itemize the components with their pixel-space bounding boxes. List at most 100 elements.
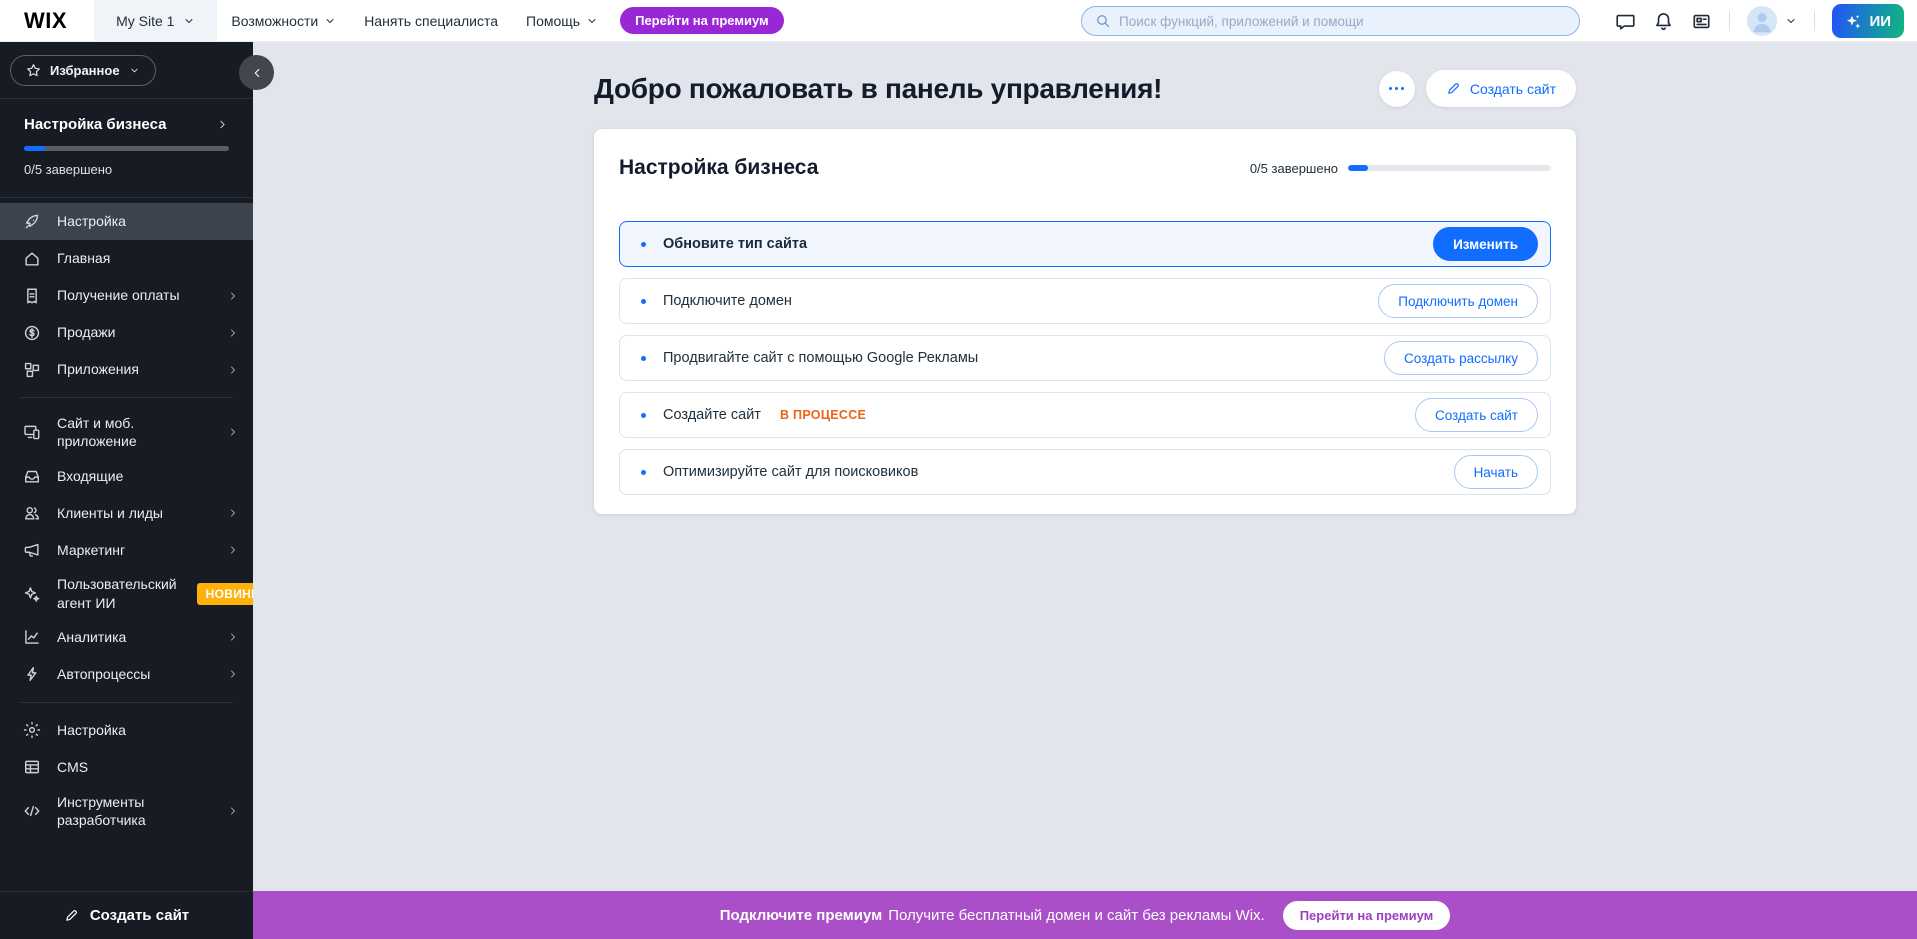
sidebar-item-table[interactable]: CMS — [0, 749, 253, 786]
divider — [1814, 11, 1815, 31]
sidebar-item-dollar[interactable]: Продажи — [0, 314, 253, 351]
sidebar-item-people[interactable]: Клиенты и лиды — [0, 494, 253, 531]
create-site-button[interactable]: Создать сайт — [64, 907, 189, 924]
sidebar-item-label: Клиенты и лиды — [57, 504, 185, 522]
account-menu[interactable] — [1747, 6, 1797, 36]
sidebar-collapse-button[interactable] — [239, 55, 274, 90]
sidebar-item-label: Инструменты разработчика — [57, 793, 185, 829]
chevron-down-icon — [586, 15, 598, 27]
search-input[interactable] — [1119, 14, 1566, 29]
dollar-icon — [23, 324, 41, 342]
sidebar-item-label: Сайт и моб. приложение — [57, 414, 185, 450]
task-row: Создайте сайтВ ПРОЦЕССЕСоздать сайт — [619, 392, 1551, 438]
create-site-header-label: Создать сайт — [1470, 81, 1556, 97]
favorites-label: Избранное — [50, 63, 120, 78]
invoice-icon — [23, 287, 41, 305]
card-progress: 0/5 завершено — [1250, 161, 1551, 176]
site-menu[interactable]: My Site 1 — [94, 0, 217, 42]
divider — [20, 702, 233, 703]
more-actions-button[interactable] — [1379, 71, 1415, 107]
nav-item-features[interactable]: Возможности — [217, 0, 350, 42]
sidebar-item-rocket[interactable]: Настройка — [0, 203, 253, 240]
home-icon — [23, 250, 41, 268]
promo-premium-button[interactable]: Перейти на премиум — [1283, 901, 1451, 930]
main-area: Добро пожаловать в панель управления! Со… — [253, 42, 1917, 891]
card-progress-fill — [1348, 165, 1368, 171]
avatar — [1747, 6, 1777, 36]
top-navigation: Возможности Нанять специалиста Помощь — [217, 0, 612, 42]
sidebar-item-lightning[interactable]: Автопроцессы — [0, 656, 253, 693]
chat-button[interactable] — [1615, 11, 1636, 32]
chevron-right-icon — [227, 631, 239, 643]
task-action-button[interactable]: Начать — [1454, 455, 1538, 489]
megaphone-icon — [23, 541, 41, 559]
sidebar-item-apps[interactable]: Приложения — [0, 351, 253, 388]
divider — [20, 397, 233, 398]
ai-assistant-button[interactable]: ИИ — [1832, 4, 1904, 38]
topbar: WIX My Site 1 Возможности Нанять специал… — [0, 0, 1917, 42]
task-action-button[interactable]: Создать рассылку — [1384, 341, 1538, 375]
new-badge: НОВИНКА — [197, 583, 253, 605]
upgrade-premium-button[interactable]: Перейти на премиум — [620, 7, 784, 34]
chat-icon — [1615, 11, 1636, 32]
nav-item-help[interactable]: Помощь — [512, 0, 612, 42]
site-menu-label: My Site 1 — [116, 13, 174, 29]
page-header: Добро пожаловать в панель управления! Со… — [594, 70, 1576, 107]
sidebar-item-gear[interactable]: Настройка — [0, 712, 253, 749]
chevron-right-icon — [227, 544, 239, 556]
updates-button[interactable] — [1691, 11, 1712, 32]
sidebar-item-code[interactable]: Инструменты разработчика — [0, 786, 253, 836]
task-row: Подключите доменПодключить домен — [619, 278, 1551, 324]
bell-icon — [1653, 11, 1674, 32]
notifications-button[interactable] — [1653, 11, 1674, 32]
task-label: Оптимизируйте сайт для поисковиков — [663, 464, 918, 480]
sidebar-item-devices[interactable]: Сайт и моб. приложение — [0, 407, 253, 457]
chevron-right-icon — [227, 364, 239, 376]
chevron-right-icon — [227, 805, 239, 817]
people-icon — [23, 504, 41, 522]
premium-promo-bar: Подключите премиум Получите бесплатный д… — [253, 891, 1917, 939]
apps-icon — [23, 361, 41, 379]
sidebar-item-label: Настройка — [57, 212, 185, 230]
pencil-icon — [1446, 81, 1461, 96]
task-action-button[interactable]: Создать сайт — [1415, 398, 1538, 432]
sidebar-item-inbox[interactable]: Входящие — [0, 457, 253, 494]
create-site-header-button[interactable]: Создать сайт — [1426, 70, 1576, 107]
favorites-row: Избранное — [0, 42, 253, 98]
sidebar-item-sparkle[interactable]: Пользовательский агент ИИНОВИНКА — [0, 568, 253, 618]
bullet-icon — [641, 470, 646, 475]
business-setup-link[interactable]: Настройка бизнеса — [24, 116, 229, 133]
setup-progress-label: 0/5 завершено — [24, 162, 229, 177]
sidebar-item-invoice[interactable]: Получение оплаты — [0, 277, 253, 314]
create-site-label: Создать сайт — [90, 907, 189, 924]
sidebar-item-label: Получение оплаты — [57, 286, 185, 304]
divider — [1729, 11, 1730, 31]
page-title: Добро пожаловать в панель управления! — [594, 73, 1162, 105]
bullet-icon — [641, 242, 646, 247]
task-action-button[interactable]: Подключить домен — [1378, 284, 1538, 318]
chevron-down-icon — [324, 15, 336, 27]
sidebar-item-label: Продажи — [57, 323, 185, 341]
favorites-dropdown[interactable]: Избранное — [10, 55, 156, 86]
bullet-icon — [641, 299, 646, 304]
nav-item-hire-specialist[interactable]: Нанять специалиста — [350, 0, 512, 42]
sidebar-item-megaphone[interactable]: Маркетинг — [0, 531, 253, 568]
wix-logo[interactable]: WIX — [0, 8, 94, 34]
chevron-right-icon — [216, 118, 229, 131]
task-row: Обновите тип сайтаИзменить — [619, 221, 1551, 267]
card-title: Настройка бизнеса — [619, 156, 818, 180]
search-bar[interactable] — [1081, 6, 1580, 36]
chevron-right-icon — [227, 507, 239, 519]
chart-icon — [23, 628, 41, 646]
sidebar-item-home[interactable]: Главная — [0, 240, 253, 277]
nav-label: Нанять специалиста — [364, 13, 498, 29]
task-list: Обновите тип сайтаИзменить Подключите дом… — [619, 221, 1551, 495]
ellipsis-icon — [1389, 87, 1392, 90]
card-header: Настройка бизнеса 0/5 завершено — [619, 156, 1551, 180]
sidebar-item-label: CMS — [57, 758, 185, 776]
sidebar-item-label: Автопроцессы — [57, 665, 185, 683]
setup-progress-bar — [24, 146, 229, 151]
task-action-button[interactable]: Изменить — [1433, 227, 1538, 261]
chevron-right-icon — [227, 426, 239, 438]
sidebar-item-chart[interactable]: Аналитика — [0, 619, 253, 656]
